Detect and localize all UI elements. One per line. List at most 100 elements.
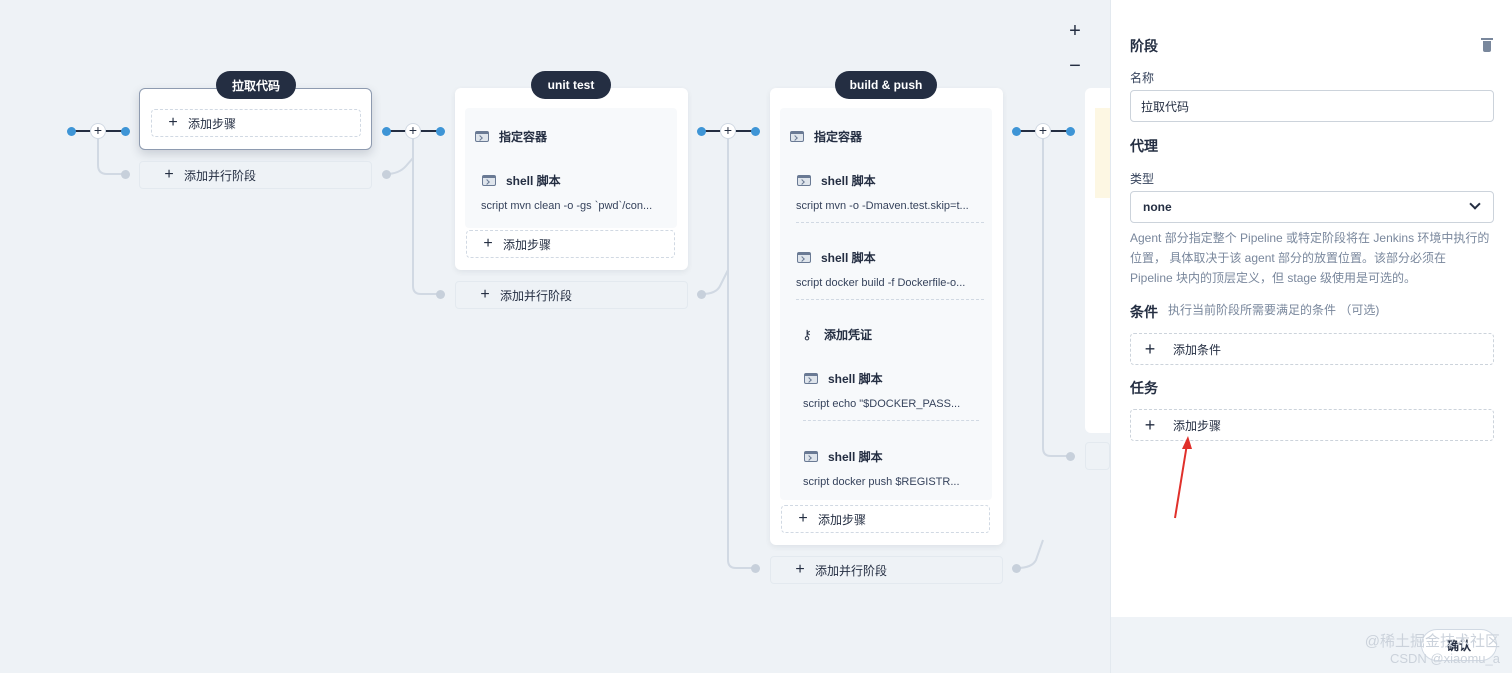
plus-icon: + [168, 114, 178, 131]
stage-card-partial[interactable] [1085, 88, 1110, 433]
container-label: 指定容器 [814, 130, 863, 144]
add-parallel-stage-button[interactable] [1085, 442, 1110, 470]
shell-step-header[interactable]: shell 脚本 [797, 249, 876, 266]
step-divider [803, 420, 979, 421]
stage-card-build-push[interactable]: 指定容器 shell 脚本 script mvn -o -Dmaven.test… [770, 88, 1003, 545]
connector-node [697, 127, 706, 136]
terminal-icon [797, 252, 811, 263]
credential-step-header[interactable]: ⚷ 添加凭证 [800, 326, 872, 343]
zoom-in-button[interactable]: + [1065, 20, 1085, 43]
agent-desc-line: Agent 部分指定整个 Pipeline 或特定阶段将在 Jenkins 环境… [1130, 231, 1490, 245]
parallel-connector-4 [1042, 131, 1068, 457]
connector-node [751, 127, 760, 136]
shell-step-header[interactable]: shell 脚本 [804, 370, 883, 387]
connector-node [382, 170, 391, 179]
container-block[interactable]: 指定容器 shell 脚本 script mvn clean -o -gs `p… [465, 108, 677, 228]
connector-node [1066, 127, 1075, 136]
stage-title-pill[interactable]: 拉取代码 [216, 71, 296, 99]
terminal-icon [475, 131, 489, 142]
watermark-line: @稀土掘金技术社区 [1364, 633, 1500, 650]
agent-type-select[interactable]: none [1130, 191, 1494, 223]
connector-node [436, 290, 445, 299]
watermark-line: CSDN @xiaomu_a [1389, 651, 1500, 666]
stage-title-pill[interactable]: build & push [835, 71, 937, 99]
container-block [1095, 108, 1110, 198]
add-step-button[interactable]: + 添加步骤 [151, 109, 361, 137]
agent-description: Agent 部分指定整个 Pipeline 或特定阶段将在 Jenkins 环境… [1130, 228, 1502, 288]
add-step-button[interactable]: + 添加步骤 [466, 230, 675, 258]
chevron-down-icon [1469, 198, 1481, 210]
stage-title-pill[interactable]: unit test [531, 71, 611, 99]
shell-step-script[interactable]: script mvn -o -Dmaven.test.skip=t... [796, 200, 986, 212]
parallel-return-2 [701, 269, 729, 295]
shell-step-header[interactable]: shell 脚本 [797, 172, 876, 189]
key-icon: ⚷ [802, 326, 812, 342]
add-condition-label: 添加条件 [1173, 342, 1222, 357]
add-step-label: 添加步骤 [818, 512, 867, 527]
shell-step-name: shell 脚本 [506, 174, 561, 188]
connector-node [1012, 127, 1021, 136]
add-task-step-label: 添加步骤 [1173, 418, 1222, 433]
connector-node [436, 127, 445, 136]
connector-node [1012, 564, 1021, 573]
stage-settings-panel: 阶段 名称 代理 类型 none Agent 部分指定整个 Pipeline 或… [1110, 0, 1512, 673]
add-parallel-label: 添加并行阶段 [184, 168, 257, 183]
conditions-hint: 执行当前阶段所需要满足的条件 （可选) [1168, 303, 1380, 317]
plus-icon: + [483, 235, 493, 252]
insert-stage-button[interactable]: + [1035, 123, 1051, 139]
shell-step-script[interactable]: script docker push $REGISTR... [803, 476, 979, 488]
plus-icon: + [1144, 415, 1156, 435]
conditions-heading: 条件 [1130, 304, 1158, 320]
agent-type-value: none [1143, 200, 1172, 214]
shell-step-name: shell 脚本 [821, 251, 876, 265]
connector-node [697, 290, 706, 299]
agent-heading: 代理 [1130, 138, 1158, 154]
stage-heading: 阶段 [1130, 38, 1158, 54]
add-parallel-stage-button[interactable]: + 添加并行阶段 [770, 556, 1003, 584]
plus-icon: + [798, 510, 808, 527]
name-label: 名称 [1130, 71, 1155, 85]
stage-card-unit-test[interactable]: 指定容器 shell 脚本 script mvn clean -o -gs `p… [455, 88, 688, 270]
add-condition-button[interactable]: + 添加条件 [1130, 333, 1494, 365]
credential-step-name: 添加凭证 [824, 328, 873, 342]
pipeline-canvas: + + + + + − 拉取代码 + 添加步骤 + 添加并行阶段 unit te… [0, 0, 1110, 673]
step-divider [796, 299, 984, 300]
insert-stage-button[interactable]: + [405, 123, 421, 139]
container-header[interactable]: 指定容器 [790, 128, 862, 145]
zoom-out-button[interactable]: − [1065, 55, 1085, 78]
connector-node [67, 127, 76, 136]
tasks-heading: 任务 [1130, 380, 1158, 396]
insert-stage-button[interactable]: + [720, 123, 736, 139]
plus-icon: + [795, 561, 805, 578]
stage-name-input[interactable] [1130, 90, 1494, 122]
type-label: 类型 [1130, 172, 1155, 186]
trash-icon[interactable] [1481, 38, 1493, 52]
add-parallel-stage-button[interactable]: + 添加并行阶段 [455, 281, 688, 309]
terminal-icon [804, 451, 818, 462]
shell-step-header[interactable]: shell 脚本 [482, 172, 561, 189]
terminal-icon [804, 373, 818, 384]
shell-step-name: shell 脚本 [828, 372, 883, 386]
insert-stage-button[interactable]: + [90, 123, 106, 139]
watermark: @稀土掘金技术社区 CSDN @xiaomu_a [1365, 633, 1500, 667]
add-step-label: 添加步骤 [188, 116, 237, 131]
container-block[interactable]: 指定容器 shell 脚本 script mvn -o -Dmaven.test… [780, 108, 992, 500]
parallel-connector-3 [727, 131, 753, 569]
connector-node [751, 564, 760, 573]
add-parallel-stage-button[interactable]: + 添加并行阶段 [139, 161, 372, 189]
parallel-connector-2 [412, 131, 438, 295]
add-step-button[interactable]: + 添加步骤 [781, 505, 990, 533]
shell-step-script[interactable]: script mvn clean -o -gs `pwd`/con... [481, 200, 671, 212]
terminal-icon [482, 175, 496, 186]
plus-icon: + [1144, 339, 1156, 359]
container-header[interactable]: 指定容器 [475, 128, 547, 145]
parallel-return-3 [1016, 539, 1044, 569]
shell-step-header[interactable]: shell 脚本 [804, 448, 883, 465]
terminal-icon [790, 131, 804, 142]
shell-step-script[interactable]: script echo "$DOCKER_PASS... [803, 398, 979, 410]
step-divider [796, 222, 984, 223]
add-parallel-label: 添加并行阶段 [815, 563, 888, 578]
agent-desc-line: 位置， 具体取决于该 agent 部分的放置位置。该部分必须在 [1130, 251, 1447, 265]
shell-step-name: shell 脚本 [821, 174, 876, 188]
shell-step-script[interactable]: script docker build -f Dockerfile-o... [796, 277, 986, 289]
